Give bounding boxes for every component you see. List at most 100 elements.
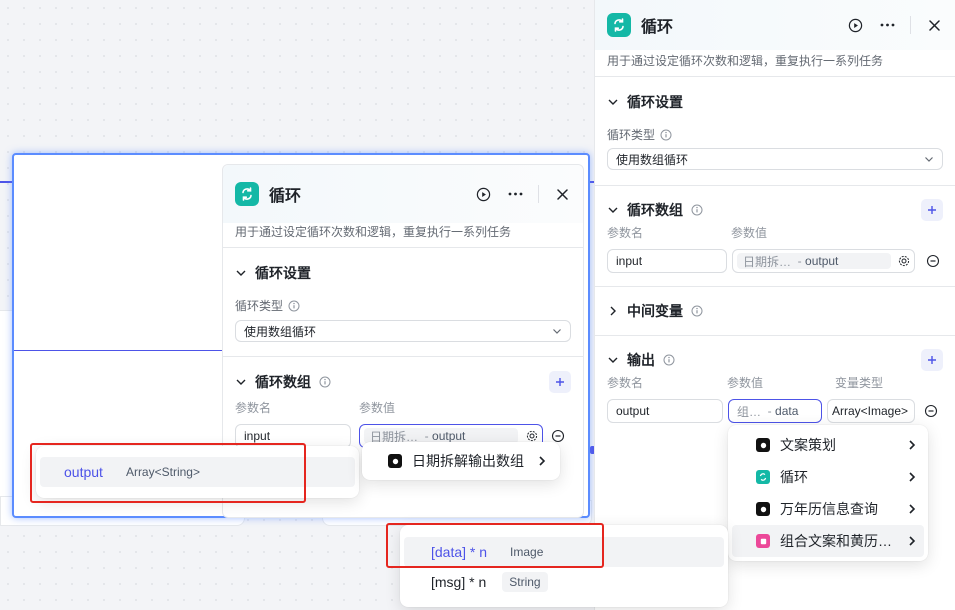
chevron-right-icon [909,504,916,514]
section-title: 循环数组 [255,374,311,390]
node-menu-item[interactable]: 万年历信息查询 [732,493,924,525]
play-icon[interactable] [474,185,492,203]
column-header-name: 参数名 [607,226,644,240]
param-value-ref[interactable]: 日期拆… - output [732,249,915,273]
ref-var: data [775,404,799,418]
section-intermediate[interactable]: 中间变量 [595,287,955,321]
remove-param-icon[interactable] [926,254,940,268]
chevron-right-icon [610,306,616,316]
chevron-down-icon [553,329,561,334]
loop-type-value: 使用数组循环 [616,152,689,167]
info-icon [288,300,300,311]
param-name-value: input [244,429,271,443]
chevron-down-icon [236,379,246,385]
node-menu-label: 文案策划 [780,437,836,453]
chevron-right-icon [539,456,546,466]
node-description: 用于通过设定循环次数和逻辑，重复执行一系列任务 [235,225,512,239]
chevron-down-icon [236,270,246,276]
section-loop-settings[interactable]: 循环设置 [595,77,955,112]
variable-option-msg[interactable]: [msg] * n String [404,567,724,597]
section-title: 循环设置 [255,265,311,281]
ref-var: output [805,254,839,268]
column-header-value: 参数值 [359,401,396,415]
section-title: 循环设置 [627,94,683,110]
ref-var: output [432,429,466,443]
divider [910,16,911,34]
node-menu-label: 万年历信息查询 [780,501,878,517]
column-header-type: 变量类型 [835,376,884,390]
chevron-down-icon [925,157,933,162]
chevron-right-icon [909,536,916,546]
loop-type-value: 使用数组循环 [244,324,317,339]
highlight-box [386,523,604,568]
highlight-box [30,443,306,503]
output-name-value: output [616,404,650,418]
output-type-select[interactable]: Array<Image> [827,399,915,423]
panel-title: 循环 [641,19,674,36]
info-icon [691,305,703,317]
loop-icon [756,470,770,484]
remove-output-icon[interactable] [924,404,938,418]
info-icon [319,376,331,388]
node-menu-item[interactable]: 循环 [732,461,924,493]
remove-param-icon[interactable] [551,429,565,443]
node-title: 循环 [269,188,302,205]
add-param-button[interactable] [921,199,943,221]
section-title: 中间变量 [627,303,683,319]
section-loop-array[interactable]: 循环数组 [223,357,583,393]
node-menu-label: 循环 [780,469,808,485]
column-header-name: 参数名 [235,401,272,415]
play-icon[interactable] [846,16,864,34]
divider [538,185,539,203]
column-header-value: 参数值 [727,376,764,390]
chevron-right-icon [909,472,916,482]
node-menu-item[interactable]: 组合文案和黄历… [732,525,924,557]
black-node-icon [756,438,770,452]
column-header-value: 参数值 [731,226,768,240]
black-node-icon [756,502,770,516]
chevron-down-icon [608,99,618,105]
loop-type-label: 循环类型 [235,299,284,313]
ref-chip: 日期拆… - output [737,253,891,269]
info-icon [691,204,703,216]
ref-source: 组… [737,404,762,419]
more-icon[interactable] [506,185,524,203]
node-menu: 文案策划 循环 万年历信息查询 组合文案和黄历… [728,425,928,561]
info-icon [663,354,675,366]
node-icon [388,454,402,468]
pink-node-icon [756,534,770,548]
param-name-input[interactable]: input [607,249,727,273]
section-output[interactable]: 输出 [595,336,955,371]
chevron-down-icon [608,207,618,213]
section-loop-array[interactable]: 循环数组 [595,186,955,221]
output-value-ref[interactable]: 组… - data [728,399,822,423]
settings-icon[interactable] [526,430,538,442]
node-popup: 日期拆解输出数组 [362,442,560,480]
ref-source: 日期拆… [743,254,792,269]
close-icon[interactable] [553,185,571,203]
add-output-button[interactable] [921,349,943,371]
node-option[interactable]: 日期拆解输出数组 [362,442,560,480]
variable-name: [msg] * n [431,574,487,590]
close-icon[interactable] [925,16,943,34]
more-icon[interactable] [878,16,896,34]
loop-type-select[interactable]: 使用数组循环 [235,320,571,342]
ref-chip: 组… - data [737,404,799,419]
chevron-right-icon [909,440,916,450]
output-name-input[interactable]: output [607,399,723,423]
section-title: 输出 [627,352,655,368]
panel-description: 用于通过设定循环次数和逻辑，重复执行一系列任务 [607,54,884,68]
settings-icon[interactable] [898,255,910,267]
loop-type-select[interactable]: 使用数组循环 [607,148,943,170]
section-loop-settings[interactable]: 循环设置 [223,248,583,283]
node-menu-item[interactable]: 文案策划 [732,429,924,461]
add-param-button[interactable] [549,371,571,393]
loop-icon [235,182,259,206]
info-icon [660,129,672,140]
column-header-name: 参数名 [607,376,644,390]
chevron-down-icon [608,357,618,363]
output-type-value: Array<Image> [832,404,909,418]
type-tag: String [502,572,548,592]
param-name-value: input [616,254,643,268]
node-separator [14,350,224,351]
